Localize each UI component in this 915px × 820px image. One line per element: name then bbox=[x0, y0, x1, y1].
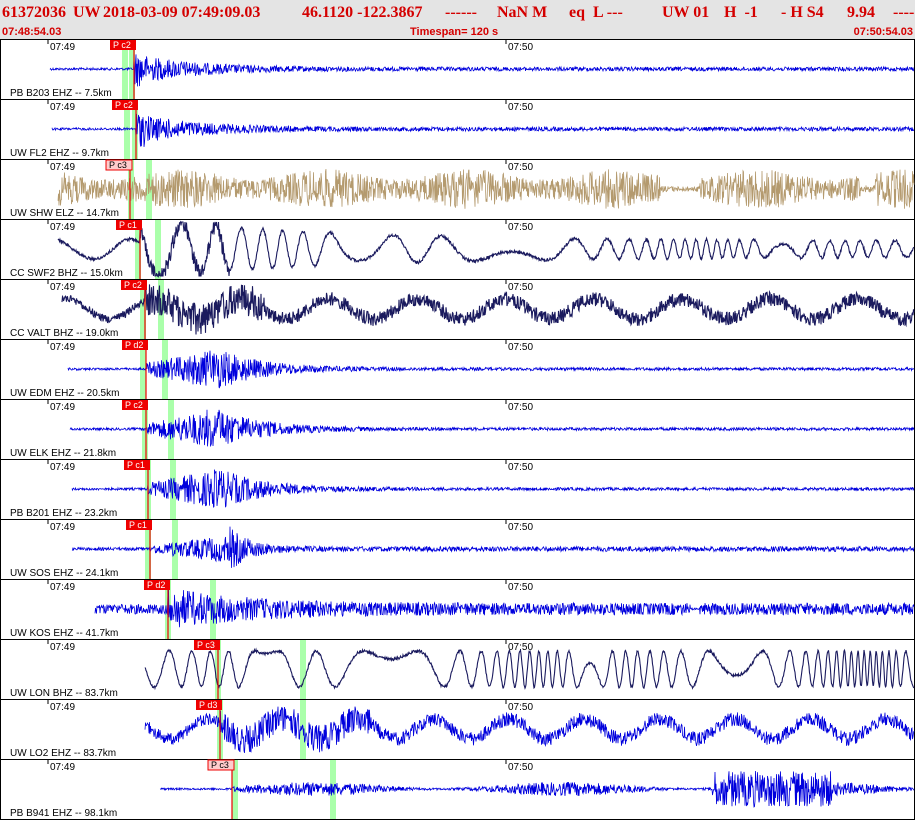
event-dash: ------ bbox=[445, 4, 477, 21]
pick-flag-label: P c3 bbox=[109, 160, 127, 170]
event-depth: 9.94 bbox=[847, 4, 875, 21]
event-header: 61372036 UW 2018-03-09 07:49:09.03 46.11… bbox=[0, 0, 915, 25]
minute-tick-label: 07:50 bbox=[508, 522, 533, 533]
minute-tick-label: 07:49 bbox=[50, 102, 75, 113]
minute-tick-label: 07:50 bbox=[508, 762, 533, 773]
pick-flag-label: P d2 bbox=[125, 340, 143, 350]
station-label: UW EDM EHZ -- 20.5km bbox=[10, 388, 119, 399]
trace-panel[interactable]: 07:49 07:50 P c3 PB B941 EHZ -- 98.1km bbox=[0, 759, 915, 820]
end-time: 07:50:54.03 bbox=[853, 26, 913, 38]
pick-flag-label: P c2 bbox=[125, 400, 143, 410]
station-label: PB B941 EHZ -- 98.1km bbox=[10, 808, 117, 819]
pick-flag-label: P c3 bbox=[197, 640, 215, 650]
minute-tick-label: 07:49 bbox=[50, 522, 75, 533]
trace-panel[interactable]: 07:49 07:50 P c2 UW ELK EHZ -- 21.8km bbox=[0, 399, 915, 460]
event-h-code: H -1 bbox=[724, 4, 758, 21]
pick-flag-label: P c1 bbox=[129, 520, 147, 530]
station-label: PB B203 EHZ -- 7.5km bbox=[10, 88, 112, 99]
trace-panel[interactable]: 07:49 07:50 P c1 CC SWF2 BHZ -- 15.0km bbox=[0, 219, 915, 280]
pick-flag-label: P c3 bbox=[211, 760, 229, 770]
event-coords: 46.1120 -122.3867 bbox=[302, 4, 423, 21]
trace-panel[interactable]: 07:49 07:50 P c2 UW FL2 EHZ -- 9.7km bbox=[0, 99, 915, 160]
seismogram-panel[interactable]: 07:49 07:50 P c2 PB B203 EHZ -- 7.5km 07:49 0… bbox=[0, 39, 915, 820]
trace-panel[interactable]: 07:49 07:50 P c1 PB B201 EHZ -- 23.2km bbox=[0, 459, 915, 520]
trace-panel[interactable]: 07:49 07:50 P d3 UW LO2 EHZ -- 83.7km bbox=[0, 699, 915, 760]
event-h-sub: - H S4 bbox=[781, 4, 824, 21]
minute-tick-label: 07:49 bbox=[50, 762, 75, 773]
station-label: CC SWF2 BHZ -- 15.0km bbox=[10, 268, 123, 279]
start-time: 07:48:54.03 bbox=[2, 26, 62, 38]
trace-panel[interactable]: 07:49 07:50 P c3 UW SHW ELZ -- 14.7km bbox=[0, 159, 915, 220]
pick-flag-label: P d2 bbox=[147, 580, 165, 590]
station-label: UW LO2 EHZ -- 83.7km bbox=[10, 748, 116, 759]
event-dash-2: ----- bbox=[893, 4, 915, 21]
minute-tick-label: 07:49 bbox=[50, 462, 75, 473]
station-label: CC VALT BHZ -- 19.0km bbox=[10, 328, 118, 339]
trace-panel-border bbox=[0, 699, 915, 760]
minute-tick-label: 07:50 bbox=[508, 402, 533, 413]
minute-tick-label: 07:50 bbox=[508, 222, 533, 233]
minute-tick-label: 07:49 bbox=[50, 402, 75, 413]
pick-flag-label: P c2 bbox=[115, 100, 133, 110]
pick-flag-label: P c2 bbox=[124, 280, 142, 290]
minute-tick-label: 07:49 bbox=[50, 642, 75, 653]
minute-tick-label: 07:50 bbox=[508, 342, 533, 353]
minute-tick-label: 07:49 bbox=[50, 42, 75, 53]
event-network: UW bbox=[73, 4, 101, 21]
station-label: PB B201 EHZ -- 23.2km bbox=[10, 508, 117, 519]
minute-tick-label: 07:50 bbox=[508, 702, 533, 713]
minute-tick-label: 07:49 bbox=[50, 162, 75, 173]
event-magnitude: NaN M bbox=[497, 4, 548, 21]
minute-tick-label: 07:50 bbox=[508, 582, 533, 593]
trace-panel[interactable]: 07:49 07:50P c3UW LON BHZ -- 83.7km bbox=[0, 639, 915, 700]
pick-flag-label: P c2 bbox=[113, 40, 131, 50]
pick-flag-label: P d3 bbox=[199, 700, 217, 710]
trace-panel[interactable]: 07:49 07:50 P d2 UW KOS EHZ -- 41.7km bbox=[0, 579, 915, 640]
minute-tick-label: 07:49 bbox=[50, 342, 75, 353]
minute-tick-label: 07:50 bbox=[508, 462, 533, 473]
event-datetime: 2018-03-09 07:49:09.03 bbox=[103, 4, 261, 21]
trace-panel[interactable]: 07:49 07:50 P c2 PB B203 EHZ -- 7.5km bbox=[0, 39, 915, 100]
minute-tick-label: 07:49 bbox=[50, 582, 75, 593]
station-label: UW LON BHZ -- 83.7km bbox=[10, 688, 118, 699]
event-id: 61372036 bbox=[2, 4, 66, 21]
time-range-bar: 07:48:54.03 Timespan= 120 s 07:50:54.03 bbox=[0, 25, 915, 39]
trace-panel[interactable]: 07:49 07:50 P c1 UW SOS EHZ -- 24.1km bbox=[0, 519, 915, 580]
station-label: UW SOS EHZ -- 24.1km bbox=[10, 568, 118, 579]
pick-window-band bbox=[300, 640, 306, 699]
minute-tick-label: 07:50 bbox=[508, 282, 533, 293]
timespan-label: Timespan= 120 s bbox=[410, 26, 499, 38]
station-label: UW ELK EHZ -- 21.8km bbox=[10, 448, 116, 459]
event-source: UW 01 bbox=[662, 4, 710, 21]
event-type: eq L --- bbox=[569, 4, 623, 21]
pick-flag-label: P c1 bbox=[127, 460, 145, 470]
minute-tick-label: 07:49 bbox=[50, 282, 75, 293]
minute-tick-label: 07:49 bbox=[50, 222, 75, 233]
minute-tick-label: 07:49 bbox=[50, 702, 75, 713]
minute-tick-label: 07:50 bbox=[508, 42, 533, 53]
pick-flag-label: P c1 bbox=[119, 220, 137, 230]
station-label: UW FL2 EHZ -- 9.7km bbox=[10, 148, 109, 159]
pick-window-band bbox=[155, 220, 161, 279]
minute-tick-label: 07:50 bbox=[508, 102, 533, 113]
trace-panel-border bbox=[0, 639, 915, 700]
traces-svg: 07:49 07:50P c2PB B203 EHZ -- 7.5km07:49 0… bbox=[0, 39, 915, 820]
trace-panel[interactable]: 07:49 07:50 P c2 CC VALT BHZ -- 19.0km bbox=[0, 279, 915, 340]
station-label: UW KOS EHZ -- 41.7km bbox=[10, 628, 118, 639]
station-label: UW SHW ELZ -- 14.7km bbox=[10, 208, 119, 219]
trace-panel[interactable]: 07:49 07:50 P d2 UW EDM EHZ -- 20.5km bbox=[0, 339, 915, 400]
minute-tick-label: 07:50 bbox=[508, 162, 533, 173]
